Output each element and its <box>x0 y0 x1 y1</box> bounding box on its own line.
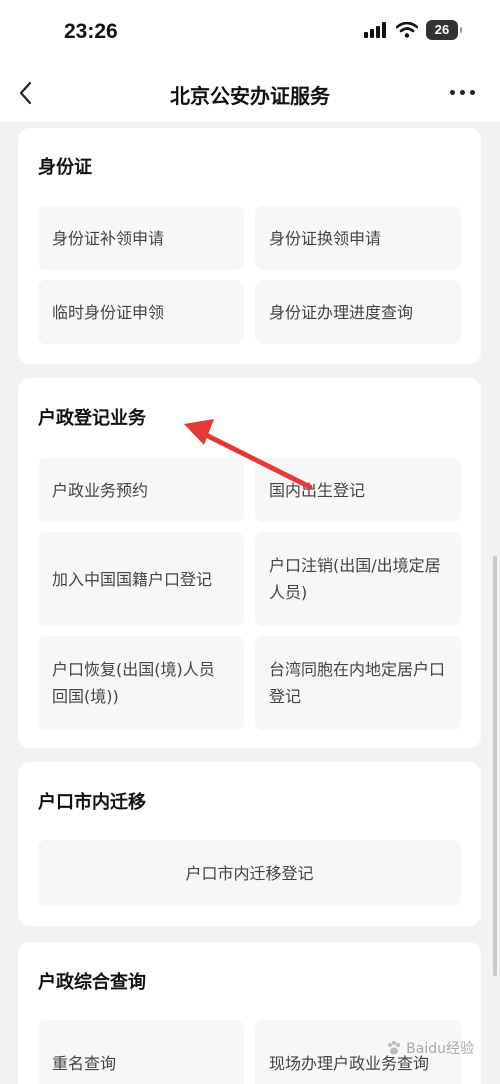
status-icons: 26 <box>364 20 462 40</box>
paw-icon <box>388 1041 401 1055</box>
service-id-card-progress[interactable]: 身份证办理进度查询 <box>255 280 461 344</box>
battery-indicator: 26 <box>426 20 462 40</box>
more-dot-icon <box>460 89 465 95</box>
section-title: 户政综合查询 <box>38 972 146 993</box>
service-domestic-birth-registration[interactable]: 国内出生登记 <box>255 458 461 522</box>
section-title: 户口市内迁移 <box>38 792 146 813</box>
section-household-registration: 户政登记业务 户政业务预约 国内出生登记 加入中国国籍户口登记 户口注销(出国/… <box>18 378 481 748</box>
more-dot-icon <box>470 89 475 95</box>
signal-icon <box>364 22 386 38</box>
content-area[interactable]: 身份证 身份证补领申请 身份证换领申请 临时身份证申领 身份证办理进度查询 户政… <box>0 122 500 1084</box>
watermark: Baidu经验 <box>386 1038 474 1058</box>
more-dot-icon <box>450 89 455 95</box>
page-title: 北京公安办证服务 <box>170 84 330 108</box>
section-household-query: 户政综合查询 重名查询 现场办理户政业务查询 <box>18 942 481 1084</box>
section-title: 户政登记业务 <box>38 408 146 429</box>
scrollbar[interactable] <box>493 556 497 976</box>
section-id-card: 身份证 身份证补领申请 身份证换领申请 临时身份证申领 身份证办理进度查询 <box>18 128 481 364</box>
nav-bar: 北京公安办证服务 <box>0 62 500 122</box>
service-household-restoration[interactable]: 户口恢复(出国(境)人员回国(境)) <box>38 636 244 730</box>
service-id-card-reissue[interactable]: 身份证补领申请 <box>38 206 244 270</box>
wifi-icon <box>396 22 418 38</box>
service-id-card-renewal[interactable]: 身份证换领申请 <box>255 206 461 270</box>
status-time: 23:26 <box>64 20 118 43</box>
more-button[interactable] <box>450 86 478 98</box>
service-temporary-id-card[interactable]: 临时身份证申领 <box>38 280 244 344</box>
service-household-appointment[interactable]: 户政业务预约 <box>38 458 244 522</box>
status-bar: 23:26 26 <box>0 0 500 62</box>
section-household-migration: 户口市内迁移 户口市内迁移登记 <box>18 762 481 926</box>
watermark-text: Baidu经验 <box>406 1041 474 1057</box>
service-duplicate-name-query[interactable]: 重名查询 <box>38 1020 244 1084</box>
service-migration-registration[interactable]: 户口市内迁移登记 <box>38 840 461 906</box>
service-household-cancellation[interactable]: 户口注销(出国/出境定居人员) <box>255 532 461 626</box>
section-title: 身份证 <box>38 157 92 178</box>
service-taiwan-compatriot-registration[interactable]: 台湾同胞在内地定居户口登记 <box>255 636 461 730</box>
service-nationality-registration[interactable]: 加入中国国籍户口登记 <box>38 532 244 626</box>
